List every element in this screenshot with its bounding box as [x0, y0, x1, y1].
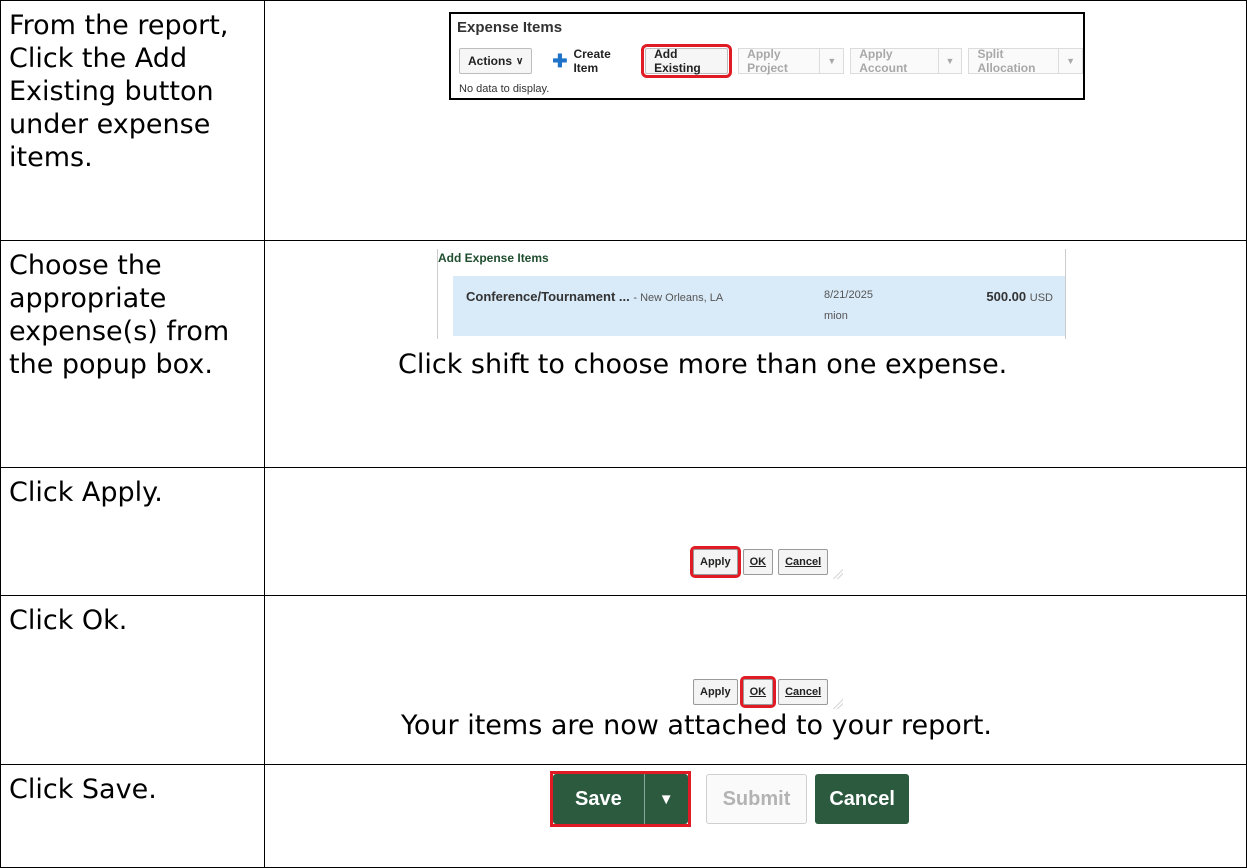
- step-row-5: Click Save. Save ▼ Submit Cancel: [0, 764, 1247, 868]
- expense-item-name: Conference/Tournament ... - New Orleans,…: [466, 289, 723, 304]
- step-5-instruction-cell: Click Save.: [0, 764, 265, 868]
- split-allocation-label: Split Allocation: [977, 47, 1036, 75]
- step-4-instruction-cell: Click Ok.: [0, 595, 265, 765]
- ok-label: OK: [749, 686, 767, 698]
- resize-grip-icon[interactable]: [833, 699, 844, 709]
- resize-grip-icon[interactable]: [833, 569, 844, 579]
- ok-label: OK: [749, 556, 767, 568]
- step-1-instruction-cell: From the report, Click the Add Existing …: [0, 0, 265, 241]
- apply-button[interactable]: Apply: [690, 546, 741, 578]
- step-3-instruction: Click Apply.: [9, 477, 163, 508]
- submit-button[interactable]: Submit: [705, 774, 808, 824]
- step-2-instruction: Choose the appropriate expense(s) from t…: [9, 250, 230, 380]
- add-expense-items-dialog: Add Expense Items Conference/Tournament …: [433, 249, 1067, 341]
- save-dropdown-arrow-icon[interactable]: ▼: [643, 774, 688, 824]
- step-row-2: Choose the appropriate expense(s) from t…: [0, 240, 1247, 468]
- step-2-caption: Click shift to choose more than one expe…: [398, 349, 1008, 380]
- expense-item-currency: USD: [1029, 292, 1053, 304]
- dropdown-arrow-icon[interactable]: ▼: [937, 48, 962, 74]
- expense-item-date: 8/21/2025: [824, 289, 873, 301]
- dialog-button-group: Apply OK Cancel: [690, 546, 844, 579]
- apply-project-button[interactable]: Apply Project ▼: [738, 47, 845, 75]
- step-4-instruction: Click Ok.: [9, 605, 128, 636]
- apply-project-label: Apply Project: [747, 47, 788, 75]
- expense-items-toolbar: Actions ∨ ✚ Create Item Add Existing App…: [459, 44, 1083, 78]
- step-1-screenshot-cell: Expense Items Actions ∨ ✚ Create Item Ad…: [264, 0, 1247, 241]
- step-2-instruction-cell: Choose the appropriate expense(s) from t…: [0, 240, 265, 468]
- create-item-label: Create Item: [573, 47, 611, 75]
- add-existing-label: Add Existing: [654, 47, 701, 75]
- cancel-button[interactable]: Cancel: [815, 774, 909, 824]
- expense-list-item[interactable]: Conference/Tournament ... - New Orleans,…: [453, 276, 1065, 336]
- step-5-screenshot-cell: Save ▼ Submit Cancel: [264, 764, 1247, 868]
- step-1-instruction: From the report, Click the Add Existing …: [9, 10, 229, 173]
- ok-button[interactable]: OK: [742, 549, 774, 575]
- step-5-instruction: Click Save.: [9, 774, 157, 805]
- cancel-button[interactable]: Cancel: [778, 679, 829, 705]
- save-split-button: Save ▼: [550, 771, 691, 827]
- apply-account-label: Apply Account: [859, 47, 908, 75]
- chevron-down-icon: ∨: [516, 55, 524, 67]
- add-existing-button[interactable]: Add Existing: [641, 44, 733, 78]
- step-row-4: Click Ok. Apply OK Cancel Your items are…: [0, 595, 1247, 765]
- dialog-button-group: Apply OK Cancel: [693, 676, 844, 709]
- cancel-label: Cancel: [785, 556, 822, 568]
- expense-item-title: Conference/Tournament ...: [466, 289, 630, 304]
- step-row-1: From the report, Click the Add Existing …: [0, 0, 1247, 241]
- step-3-screenshot-cell: Apply OK Cancel: [264, 467, 1247, 596]
- cancel-label: Cancel: [785, 686, 822, 698]
- actions-label: Actions: [468, 54, 513, 68]
- split-allocation-button[interactable]: Split Allocation ▼: [968, 47, 1083, 75]
- dropdown-arrow-icon[interactable]: ▼: [1058, 48, 1082, 74]
- apply-button[interactable]: Apply: [693, 679, 738, 705]
- expense-item-amount: 500.00 USD: [986, 289, 1053, 304]
- add-expense-items-title: Add Expense Items: [438, 251, 549, 265]
- save-button[interactable]: Save: [553, 774, 644, 824]
- plus-icon: ✚: [552, 51, 568, 71]
- instruction-table: From the report, Click the Add Existing …: [0, 0, 1247, 868]
- step-2-screenshot-cell: Add Expense Items Conference/Tournament …: [264, 240, 1247, 468]
- step-4-screenshot-cell: Apply OK Cancel Your items are now attac…: [264, 595, 1247, 765]
- expense-item-location: - New Orleans, LA: [633, 292, 724, 304]
- create-item-button[interactable]: ✚ Create Item: [544, 47, 637, 75]
- step-3-instruction-cell: Click Apply.: [0, 467, 265, 596]
- actions-menu-button[interactable]: Actions ∨: [459, 48, 533, 74]
- expense-items-panel: Expense Items Actions ∨ ✚ Create Item Ad…: [449, 12, 1085, 100]
- save-button-group: Save ▼ Submit Cancel: [550, 771, 909, 827]
- apply-account-button[interactable]: Apply Account ▼: [850, 47, 963, 75]
- no-data-message: No data to display.: [459, 83, 550, 95]
- dropdown-arrow-icon[interactable]: ▼: [819, 48, 843, 74]
- expense-items-title: Expense Items: [457, 19, 563, 36]
- expense-item-subtext: mion: [824, 310, 848, 322]
- ok-button[interactable]: OK: [739, 676, 777, 708]
- step-4-caption: Your items are now attached to your repo…: [401, 710, 992, 741]
- step-row-3: Click Apply. Apply OK Cancel: [0, 467, 1247, 596]
- cancel-button[interactable]: Cancel: [778, 549, 829, 575]
- dialog-border-right: [1065, 249, 1066, 339]
- expense-item-amount-value: 500.00: [986, 289, 1027, 304]
